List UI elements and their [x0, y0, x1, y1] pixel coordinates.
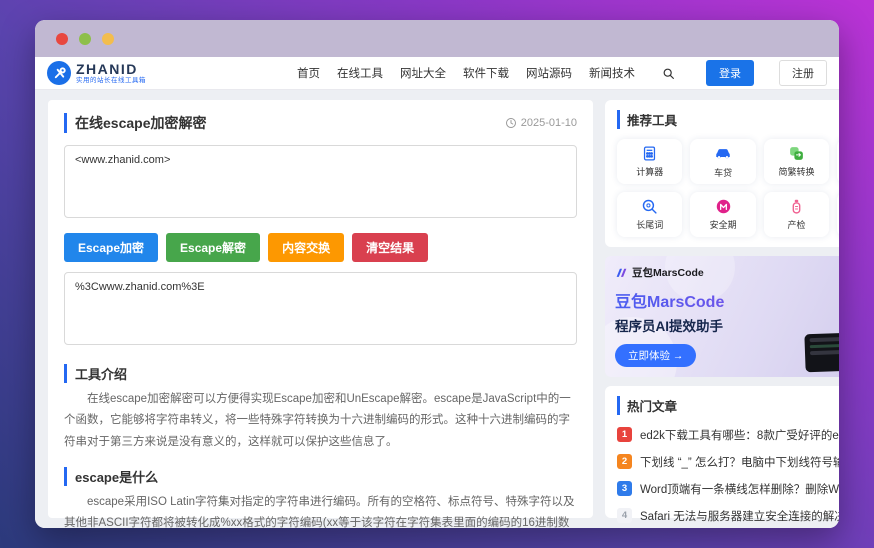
search-icon[interactable]: [662, 67, 675, 80]
tool-item-simplified-traditional-convert[interactable]: 简繁转换: [764, 139, 829, 184]
marscode-ad-banner[interactable]: 豆包MarsCode 豆包MarsCode 程序员AI提效助手 立即体验 → M…: [605, 256, 839, 377]
brand-name: ZHANID: [76, 62, 146, 76]
swap-content-button[interactable]: 内容交换: [268, 233, 344, 262]
brand-tagline: 实用的站长在线工具箱: [76, 78, 146, 85]
escape-encode-button[interactable]: Escape加密: [64, 233, 158, 262]
nav-links: 首页 在线工具 网址大全 软件下载 网站源码 新闻技术 登录 注册: [297, 60, 827, 86]
escape-output-textarea[interactable]: %3Cwww.zhanid.com%3E: [64, 272, 577, 345]
article-item[interactable]: 1 ed2k下载工具有哪些：8款广受好评的ed2k下载...: [617, 421, 839, 448]
rank-badge: 2: [617, 454, 632, 469]
window-minimize-dot[interactable]: [79, 33, 91, 45]
nav-link-news-tech[interactable]: 新闻技术: [589, 65, 635, 81]
ad-brand-name: 豆包MarsCode: [632, 265, 704, 280]
page-content: 在线escape加密解密 2025-01-10 <www.zhanid.com>…: [35, 90, 839, 528]
ad-subline: 程序员AI提效助手: [615, 315, 839, 335]
register-button[interactable]: 注册: [779, 60, 827, 86]
nav-link-site-directory[interactable]: 网址大全: [400, 65, 446, 81]
nav-link-source-code[interactable]: 网站源码: [526, 65, 572, 81]
logo-wrench-icon: [47, 61, 71, 85]
window-titlebar: [35, 20, 839, 57]
car-icon: [714, 145, 732, 163]
tool-item-calculator[interactable]: 计算器: [617, 139, 682, 184]
article-item[interactable]: 4 Safari 无法与服务器建立安全连接的解决方法: [617, 502, 839, 528]
nav-link-online-tools[interactable]: 在线工具: [337, 65, 383, 81]
article-item[interactable]: 2 下划线 “_” 怎么打？电脑中下划线符号输入方法...: [617, 448, 839, 475]
site-logo[interactable]: ZHANID 实用的站长在线工具箱: [47, 61, 146, 85]
article-item[interactable]: 3 Word顶端有一条横线怎样删除？删除Word顶部横...: [617, 475, 839, 502]
marscode-logo-icon: [615, 266, 628, 279]
rank-badge: 4: [617, 508, 632, 523]
keyword-search-icon: [641, 198, 658, 215]
rank-badge: 3: [617, 481, 632, 496]
tool-item-long-tail-keyword[interactable]: 长尾词: [617, 192, 682, 237]
baby-bottle-icon: [788, 198, 805, 215]
recommended-tools-card: 推荐工具 计算器: [605, 100, 839, 247]
tool-item-safe-period[interactable]: 安全期: [690, 192, 755, 237]
escape-decode-button[interactable]: Escape解密: [166, 233, 260, 262]
safe-period-icon: [715, 198, 732, 215]
what-is-escape-heading: escape是什么: [64, 467, 577, 486]
escape-tool-card: 在线escape加密解密 2025-01-10 <www.zhanid.com>…: [48, 100, 593, 518]
tools-grid: 计算器 车贷: [617, 139, 839, 237]
page-title: 在线escape加密解密: [64, 113, 206, 133]
convert-icon: [788, 145, 805, 162]
nav-link-software-download[interactable]: 软件下载: [463, 65, 509, 81]
intro-paragraph: 在线escape加密解密可以方便得实现Escape加密和UnEscape解密。e…: [64, 389, 577, 453]
ad-cta-button[interactable]: 立即体验 →: [615, 344, 696, 367]
browser-window: ZHANID 实用的站长在线工具箱 首页 在线工具 网址大全 软件下载 网站源码…: [35, 20, 839, 528]
site-navbar: ZHANID 实用的站长在线工具箱 首页 在线工具 网址大全 软件下载 网站源码…: [35, 57, 839, 90]
tool-item-ip-lookup[interactable]: IP ip查询: [837, 192, 839, 237]
nav-link-home[interactable]: 首页: [297, 65, 320, 81]
hot-articles-title: 热门文章: [617, 396, 677, 415]
publish-date: 2025-01-10: [505, 117, 577, 129]
window-close-dot[interactable]: [56, 33, 68, 45]
tool-item-car-loan[interactable]: 车贷: [690, 139, 755, 184]
calculator-icon: [641, 145, 658, 162]
intro-paragraph: escape采用ISO Latin字符集对指定的字符串进行编码。所有的空格符、标…: [64, 492, 577, 528]
rank-badge: 1: [617, 427, 632, 442]
clear-result-button[interactable]: 清空结果: [352, 233, 428, 262]
sidebar: 推荐工具 计算器: [605, 100, 839, 518]
window-maximize-dot[interactable]: [102, 33, 114, 45]
action-buttons: Escape加密 Escape解密 内容交换 清空结果: [64, 233, 577, 262]
hot-articles-card: 热门文章 1 ed2k下载工具有哪些：8款广受好评的ed2k下载... 2 下划…: [605, 386, 839, 518]
clock-icon: [505, 117, 517, 129]
intro-heading: 工具介绍: [64, 364, 577, 383]
escape-input-textarea[interactable]: <www.zhanid.com>: [64, 145, 577, 218]
marscode-code-window-mockup: [804, 332, 839, 373]
recommended-tools-title: 推荐工具: [617, 110, 677, 129]
tool-item-pseudo-original[interactable]: 伪原创: [837, 139, 839, 184]
tool-introduction: 工具介绍 在线escape加密解密可以方便得实现Escape加密和UnEscap…: [64, 364, 577, 528]
login-button[interactable]: 登录: [706, 60, 754, 86]
tool-item-prenatal-check[interactable]: 产检: [764, 192, 829, 237]
ad-headline: 豆包MarsCode: [615, 288, 839, 312]
